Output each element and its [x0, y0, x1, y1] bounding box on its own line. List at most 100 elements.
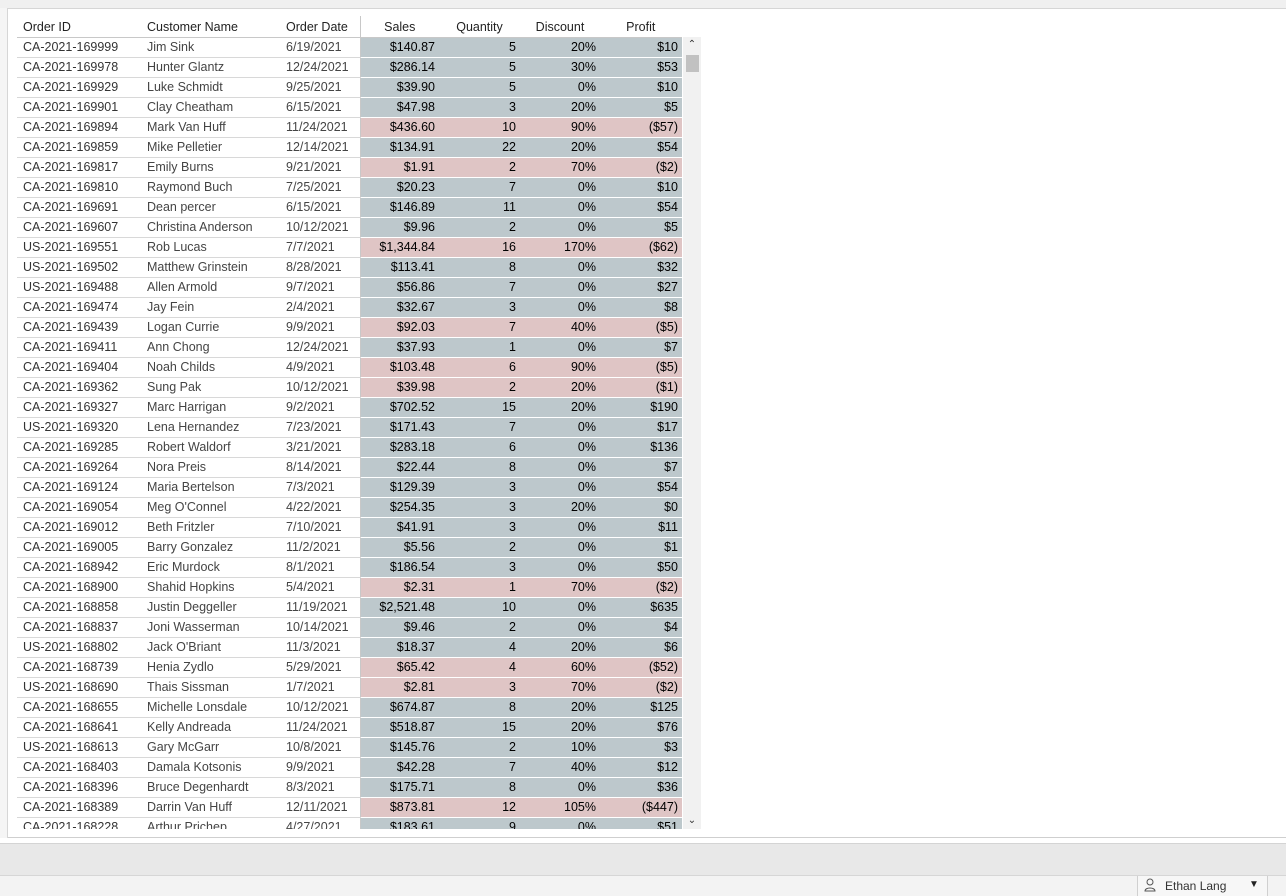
customer-name-cell: Logan Currie: [141, 317, 281, 338]
table-row[interactable]: CA-2021-169474 Jay Fein 2/4/2021 $32.67 3 0% $…: [17, 297, 682, 318]
customer-name-cell: Christina Anderson: [141, 217, 281, 238]
table-row[interactable]: CA-2021-168655 Michelle Lonsdale 10/12/202…: [17, 697, 682, 718]
discount-cell: 0%: [520, 617, 600, 638]
column-header-customer-name[interactable]: Customer Name: [141, 16, 281, 38]
table-row[interactable]: CA-2021-169929 Luke Schmidt 9/25/2021 $39.9…: [17, 77, 682, 98]
profit-cell: $17: [600, 417, 682, 438]
discount-cell: 105%: [520, 797, 600, 818]
scroll-up-arrow-icon[interactable]: ⌃: [683, 37, 701, 53]
customer-name-cell: Mike Pelletier: [141, 137, 281, 158]
customer-name-cell: Beth Fritzler: [141, 517, 281, 538]
profit-cell: $10: [600, 77, 682, 98]
order-id-cell: CA-2021-169901: [17, 97, 141, 118]
table-row[interactable]: CA-2021-168396 Bruce Degenhardt 8/3/2021 $1…: [17, 777, 682, 798]
table-row[interactable]: CA-2021-169901 Clay Cheatham 6/15/2021 $47.…: [17, 97, 682, 118]
quantity-cell: 2: [439, 617, 520, 638]
table-row[interactable]: US-2021-169502 Matthew Grinstein 8/28/2021…: [17, 257, 682, 278]
table-row[interactable]: CA-2021-169859 Mike Pelletier 12/14/2021 $1…: [17, 137, 682, 158]
sales-cell: $2.31: [359, 577, 439, 598]
profit-cell: $8: [600, 297, 682, 318]
order-id-cell: CA-2021-168858: [17, 597, 141, 618]
table-row[interactable]: CA-2021-169005 Barry Gonzalez 11/2/2021 $5.…: [17, 537, 682, 558]
table-row[interactable]: CA-2021-169404 Noah Childs 4/9/2021 $103.48…: [17, 357, 682, 378]
table-row[interactable]: CA-2021-169327 Marc Harrigan 9/2/2021 $702.…: [17, 397, 682, 418]
order-date-cell: 7/3/2021: [281, 477, 360, 498]
vertical-scrollbar[interactable]: ⌃ ⌄: [683, 37, 701, 829]
caret-down-icon[interactable]: ▼: [1249, 879, 1259, 890]
column-header-profit[interactable]: Profit: [600, 16, 682, 38]
quantity-cell: 1: [439, 337, 520, 358]
quantity-cell: 7: [439, 417, 520, 438]
column-header-quantity[interactable]: Quantity: [439, 16, 520, 38]
quantity-cell: 15: [439, 717, 520, 738]
table-row[interactable]: CA-2021-169362 Sung Pak 10/12/2021 $39.98 2 2…: [17, 377, 682, 398]
customer-name-cell: Kelly Andreada: [141, 717, 281, 738]
discount-cell: 0%: [520, 777, 600, 798]
table-row[interactable]: CA-2021-168389 Darrin Van Huff 12/11/2021 $…: [17, 797, 682, 818]
table-row[interactable]: US-2021-168690 Thais Sissman 1/7/2021 $2.81…: [17, 677, 682, 698]
table-row[interactable]: CA-2021-169978 Hunter Glantz 12/24/2021 $28…: [17, 57, 682, 78]
quantity-cell: 7: [439, 317, 520, 338]
table-row[interactable]: US-2021-168802 Jack O'Briant 11/3/2021 $18.…: [17, 637, 682, 658]
customer-name-cell: Barry Gonzalez: [141, 537, 281, 558]
order-id-cell: US-2021-169551: [17, 237, 141, 258]
table-row[interactable]: CA-2021-168900 Shahid Hopkins 5/4/2021 $2.3…: [17, 577, 682, 598]
order-id-cell: CA-2021-169005: [17, 537, 141, 558]
table-row[interactable]: CA-2021-169124 Maria Bertelson 7/3/2021 $12…: [17, 477, 682, 498]
table-row[interactable]: US-2021-168613 Gary McGarr 10/8/2021 $145.7…: [17, 737, 682, 758]
table-row[interactable]: CA-2021-169411 Ann Chong 12/24/2021 $37.93 1…: [17, 337, 682, 358]
profit-cell: $53: [600, 57, 682, 78]
column-header-sales[interactable]: Sales: [359, 16, 439, 38]
quantity-cell: 3: [439, 477, 520, 498]
profit-cell: $635: [600, 597, 682, 618]
quantity-cell: 3: [439, 297, 520, 318]
table-row[interactable]: CA-2021-169439 Logan Currie 9/9/2021 $92.03…: [17, 317, 682, 338]
table-row[interactable]: CA-2021-169691 Dean percer 6/15/2021 $146.8…: [17, 197, 682, 218]
table-row[interactable]: CA-2021-168942 Eric Murdock 8/1/2021 $186.5…: [17, 557, 682, 578]
order-id-cell: CA-2021-169362: [17, 377, 141, 398]
order-id-cell: US-2021-168690: [17, 677, 141, 698]
table-row[interactable]: CA-2021-169894 Mark Van Huff 11/24/2021 $43…: [17, 117, 682, 138]
table-row[interactable]: CA-2021-169810 Raymond Buch 7/25/2021 $20.2…: [17, 177, 682, 198]
left-panel-edge: [0, 8, 8, 838]
column-header-order-id[interactable]: Order ID: [17, 16, 141, 38]
quantity-cell: 5: [439, 37, 520, 58]
table-row[interactable]: CA-2021-169817 Emily Burns 9/21/2021 $1.91 2…: [17, 157, 682, 178]
customer-name-cell: Maria Bertelson: [141, 477, 281, 498]
quantity-cell: 6: [439, 357, 520, 378]
scroll-thumb[interactable]: [686, 55, 699, 72]
discount-cell: 70%: [520, 577, 600, 598]
column-header-discount[interactable]: Discount: [520, 16, 600, 38]
order-date-cell: 4/27/2021: [281, 817, 360, 829]
quantity-cell: 4: [439, 637, 520, 658]
column-header-order-date[interactable]: Order Date: [281, 16, 360, 38]
table-row[interactable]: CA-2021-168837 Joni Wasserman 10/14/2021 $9…: [17, 617, 682, 638]
order-date-cell: 4/22/2021: [281, 497, 360, 518]
user-menu[interactable]: Ethan Lang ▼: [1137, 876, 1268, 896]
table-row[interactable]: CA-2021-169054 Meg O'Connel 4/22/2021 $254.…: [17, 497, 682, 518]
table-row[interactable]: CA-2021-169607 Christina Anderson 10/12/20…: [17, 217, 682, 238]
sales-cell: $145.76: [359, 737, 439, 758]
table-row[interactable]: US-2021-169551 Rob Lucas 7/7/2021 $1,344.84…: [17, 237, 682, 258]
profit-cell: $5: [600, 217, 682, 238]
customer-name-cell: Marc Harrigan: [141, 397, 281, 418]
customer-name-cell: Jim Sink: [141, 37, 281, 58]
table-row[interactable]: US-2021-169488 Allen Armold 9/7/2021 $56.86…: [17, 277, 682, 298]
order-id-cell: CA-2021-169817: [17, 157, 141, 178]
discount-cell: 170%: [520, 237, 600, 258]
table-row[interactable]: CA-2021-169285 Robert Waldorf 3/21/2021 $28…: [17, 437, 682, 458]
order-date-cell: 10/12/2021: [281, 217, 360, 238]
table-row[interactable]: CA-2021-169012 Beth Fritzler 7/10/2021 $41.…: [17, 517, 682, 538]
table-row[interactable]: CA-2021-168228 Arthur Prichep 4/27/2021 $18…: [17, 817, 682, 829]
table-row[interactable]: CA-2021-169999 Jim Sink 6/19/2021 $140.87 5 2…: [17, 37, 682, 58]
table-row[interactable]: CA-2021-168641 Kelly Andreada 11/24/2021 $5…: [17, 717, 682, 738]
order-id-cell: CA-2021-169859: [17, 137, 141, 158]
customer-name-cell: Michelle Lonsdale: [141, 697, 281, 718]
table-row[interactable]: CA-2021-168739 Henia Zydlo 5/29/2021 $65.42…: [17, 657, 682, 678]
table-row[interactable]: US-2021-169320 Lena Hernandez 7/23/2021 $17…: [17, 417, 682, 438]
table-row[interactable]: CA-2021-168858 Justin Deggeller 11/19/2021…: [17, 597, 682, 618]
table-row[interactable]: CA-2021-169264 Nora Preis 8/14/2021 $22.44 8…: [17, 457, 682, 478]
scroll-down-arrow-icon[interactable]: ⌄: [683, 813, 701, 829]
status-bar: Ethan Lang ▼: [0, 875, 1286, 896]
table-row[interactable]: CA-2021-168403 Damala Kotsonis 9/9/2021 $42…: [17, 757, 682, 778]
